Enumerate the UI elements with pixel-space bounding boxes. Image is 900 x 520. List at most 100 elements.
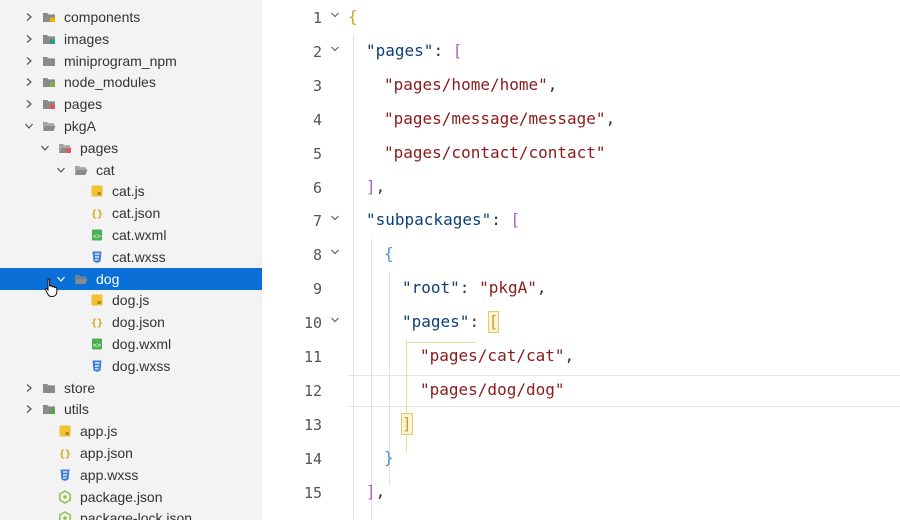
folder-icon: [42, 381, 56, 395]
fold-chevron-icon[interactable]: [330, 243, 340, 255]
code-line[interactable]: ]: [402, 414, 412, 434]
tree-item-app-wxss[interactable]: app.wxss: [0, 464, 262, 486]
fold-chevron-icon[interactable]: [330, 209, 340, 221]
code-token: ,: [564, 346, 575, 365]
tree-item-label: dog: [96, 270, 120, 287]
tree-item-pages[interactable]: pages: [0, 93, 262, 115]
line-number: 5: [312, 144, 322, 163]
code-token: {: [348, 7, 358, 26]
tree-item-app-js[interactable]: app.js: [0, 420, 262, 442]
code-line[interactable]: "root": "pkgA",: [402, 278, 547, 298]
tree-item-label: pkgA: [64, 118, 96, 134]
svg-text:<>: <>: [93, 342, 101, 350]
code-line[interactable]: ],: [366, 177, 385, 197]
npm-package-icon: [58, 511, 72, 520]
line-number: 6: [312, 178, 322, 197]
fold-chevron-icon[interactable]: [330, 6, 340, 18]
code-line[interactable]: ],: [366, 482, 385, 502]
tree-item-utils[interactable]: utils: [0, 398, 262, 420]
tree-item-components[interactable]: components: [0, 6, 262, 28]
tree-item-label: cat.json: [112, 205, 161, 222]
svg-text:{}: {}: [91, 318, 103, 329]
tree-item-cat-js[interactable]: cat.js: [0, 180, 262, 202]
code-line[interactable]: "pages": [: [402, 312, 498, 332]
json-file-icon: {}: [58, 446, 72, 460]
tree-item-label: pages: [80, 139, 119, 156]
code-line[interactable]: }: [384, 448, 394, 468]
wxml-file-icon: <>: [90, 228, 104, 242]
code-token: "pages/dog/dog": [420, 379, 565, 399]
chevron-right-icon[interactable]: [24, 34, 34, 44]
code-line[interactable]: {: [348, 7, 358, 27]
tree-item-store[interactable]: store: [0, 377, 262, 399]
code-line[interactable]: "pages/contact/contact": [384, 143, 606, 163]
wxss-file-icon: [90, 359, 104, 373]
code-line[interactable]: "subpackages": [: [366, 210, 520, 230]
code-line[interactable]: "pages/message/message",: [384, 109, 615, 129]
code-token: "pages": [402, 312, 470, 332]
npm-package-icon: [58, 489, 72, 504]
chevron-right-icon[interactable]: [24, 56, 34, 66]
tree-item-label: dog.wxml: [112, 336, 172, 352]
code-token: "root": [402, 278, 460, 298]
tree-item-dog-wxml[interactable]: <> dog.wxml: [0, 333, 262, 355]
tree-item-cat[interactable]: cat: [0, 159, 262, 181]
tree-item-cat-wxss[interactable]: cat.wxss: [0, 246, 262, 268]
line-number: 9: [312, 280, 322, 299]
folder-npm-icon: [42, 75, 56, 89]
line-number: 7: [312, 212, 322, 231]
fold-chevron-icon[interactable]: [330, 40, 340, 52]
tree-item-dog[interactable]: dog: [0, 267, 262, 290]
folder-icon: [42, 54, 56, 68]
indent-guide: [406, 340, 407, 452]
tree-item-dog-wxss[interactable]: dog.wxss: [0, 355, 262, 377]
tree-item-dog-js[interactable]: dog.js: [0, 289, 262, 311]
line-number: 10: [303, 314, 322, 333]
chevron-down-icon[interactable]: [40, 143, 50, 153]
tree-item-label: package.json: [80, 488, 163, 505]
code-token: [: [488, 312, 499, 332]
folder-utils-icon: [42, 402, 56, 416]
tree-item-images[interactable]: images: [0, 28, 262, 50]
fold-chevron-icon[interactable]: [330, 311, 340, 323]
tree-item-label: dog.json: [112, 314, 165, 331]
line-number: 3: [312, 76, 322, 95]
tree-item-cat-wxml[interactable]: <> cat.wxml: [0, 224, 262, 246]
chevron-right-icon[interactable]: [24, 77, 34, 87]
chevron-right-icon[interactable]: [24, 383, 34, 393]
tree-item-package-lock-json[interactable]: package-lock.json: [0, 507, 262, 520]
code-line[interactable]: {: [384, 244, 394, 264]
chevron-right-icon[interactable]: [24, 12, 34, 22]
line-number: 4: [312, 110, 322, 129]
code-token: "pkgA": [479, 278, 537, 298]
code-token: ]: [366, 176, 376, 196]
tree-item-cat-json[interactable]: {} cat.json: [0, 202, 262, 224]
code-token: ,: [375, 481, 386, 501]
code-token: [: [452, 40, 463, 60]
code-line[interactable]: "pages/dog/dog": [420, 380, 565, 400]
chevron-down-icon[interactable]: [56, 165, 66, 175]
code-line[interactable]: "pages/home/home",: [384, 75, 557, 95]
tree-item-miniprogram-npm[interactable]: miniprogram_npm: [0, 50, 262, 72]
tree-item-pkga[interactable]: pkgA: [0, 115, 262, 137]
code-token: [: [510, 210, 521, 230]
folder-open-icon: [42, 119, 56, 133]
tree-item-package-json[interactable]: package.json: [0, 486, 262, 508]
tree-item-dog-json[interactable]: {} dog.json: [0, 311, 262, 333]
code-token: }: [384, 447, 394, 467]
chevron-right-icon[interactable]: [24, 404, 34, 414]
tree-item-pages[interactable]: pages: [0, 137, 262, 159]
tree-item-app-json[interactable]: {} app.json: [0, 442, 262, 464]
code-line[interactable]: "pages": [: [366, 41, 462, 61]
code-line[interactable]: "pages/cat/cat",: [420, 346, 574, 366]
chevron-right-icon[interactable]: [24, 99, 34, 109]
tree-item-node-modules[interactable]: node_modules: [0, 71, 262, 93]
chevron-down-icon[interactable]: [24, 121, 34, 131]
code-editor[interactable]: 1{2 "pages": [3 "pages/home/home", 4 "pages/…: [262, 0, 900, 520]
